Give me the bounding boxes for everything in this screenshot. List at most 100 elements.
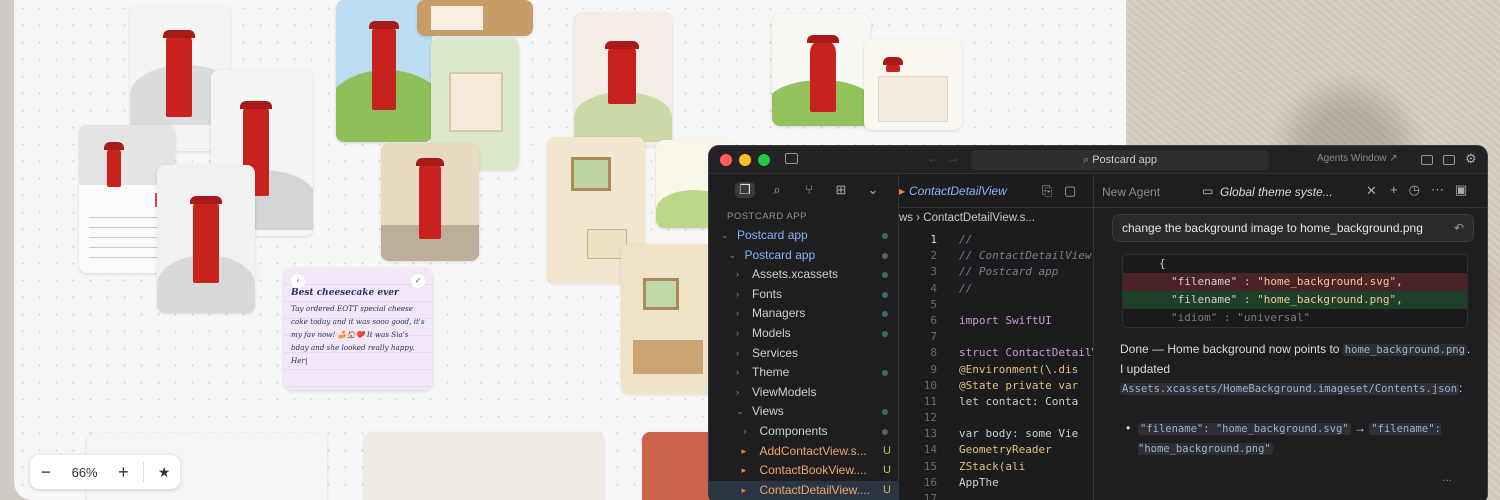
code-line[interactable]: 5 — [899, 297, 1093, 313]
extensions-icon[interactable]: ⊞ — [831, 182, 851, 198]
chevron-down-icon[interactable]: ⌄ — [863, 182, 883, 198]
file-tree-item[interactable]: ▸ AddContactView.s... U — [709, 442, 899, 462]
user-prompt-message[interactable]: change the background image to home_back… — [1112, 214, 1474, 242]
more-options-icon[interactable]: ⋯ — [1431, 182, 1444, 198]
file-tree-item[interactable]: ⌄ Postcard app — [709, 246, 899, 266]
diff-view[interactable]: { "filename" : "home_background.svg", "f… — [1122, 254, 1468, 328]
postcard-image-cozy-room[interactable] — [621, 244, 717, 394]
sidebar-toggle-icon[interactable] — [785, 153, 798, 164]
chevron-right-icon[interactable]: › — [736, 324, 739, 344]
file-tree-item[interactable]: ⌄ Views — [709, 402, 899, 422]
code-line[interactable]: 3 // Postcard app — [899, 264, 1093, 280]
code-line[interactable]: 16 AppThe — [899, 475, 1093, 491]
tool-icon-1[interactable]: ⎘ — [1042, 183, 1052, 199]
swift-file-icon: ▸ — [899, 184, 906, 198]
new-chat-icon[interactable]: + — [1390, 182, 1398, 198]
file-tree-item[interactable]: › Models — [709, 324, 899, 344]
command-search[interactable]: ⌕ Postcard app — [971, 150, 1269, 170]
zoom-level[interactable]: 66% — [62, 465, 108, 480]
response-path-link[interactable]: Assets.xcassets/HomeBackground.imageset/… — [1120, 383, 1460, 395]
split-layout-icon[interactable] — [1443, 155, 1455, 165]
note-title[interactable]: Best cheesecake ever — [291, 288, 425, 298]
code-line[interactable]: 9 @Environment(\.dis — [899, 362, 1093, 378]
close-tab-icon[interactable]: ✕ — [1366, 183, 1377, 199]
chevron-down-icon[interactable]: ⌄ — [721, 226, 729, 246]
panel-toggle-icon[interactable]: ▣ — [1455, 182, 1467, 198]
code-lines[interactable]: 1 // 2 // ContactDetailView 3 // Postcard app… — [899, 232, 1105, 500]
postcard-image-blank-bottom[interactable] — [364, 432, 604, 500]
code-line[interactable]: 15 ZStack(ali — [899, 459, 1093, 475]
file-tree-item[interactable]: › Services — [709, 344, 899, 364]
note-back-button[interactable]: ‹ — [291, 274, 305, 288]
note-card[interactable]: ‹ ✓ Best cheesecake ever Tay ordered EOT… — [284, 268, 432, 390]
chevron-right-icon[interactable]: › — [736, 344, 739, 364]
tab-new-agent[interactable]: New Agent — [1102, 185, 1160, 199]
back-arrow-icon[interactable]: ← — [927, 151, 939, 165]
chevron-right-icon[interactable]: › — [744, 422, 747, 442]
code-line[interactable]: 14 GeometryReader — [899, 442, 1093, 458]
history-icon[interactable]: ◷ — [1409, 182, 1420, 198]
code-line[interactable]: 2 // ContactDetailView — [899, 248, 1093, 264]
postcard-image-street-color[interactable] — [381, 143, 479, 261]
chevron-right-icon[interactable]: › — [736, 285, 739, 305]
swift-file-icon: ▸ — [741, 465, 747, 476]
zoom-in-button[interactable]: + — [107, 462, 139, 483]
chevron-down-icon[interactable]: ⌄ — [736, 402, 744, 422]
postcard-image-round-mailbox[interactable] — [772, 14, 870, 126]
title-bar: ← → ⌕ Postcard app Agents Window ↗ ⚙ — [709, 146, 1487, 174]
chevron-right-icon[interactable]: › — [736, 265, 739, 285]
code-line[interactable]: 4 // — [899, 281, 1093, 297]
settings-gear-icon[interactable]: ⚙ — [1465, 151, 1477, 167]
tab-global-theme[interactable]: Global theme syste... — [1220, 185, 1333, 199]
panel-layout-icon[interactable] — [1421, 155, 1433, 165]
editor-tab-contact-detail[interactable]: ContactDetailView — [909, 184, 1007, 198]
file-tree-item[interactable]: › Components — [709, 422, 899, 442]
forward-arrow-icon[interactable]: → — [947, 151, 959, 165]
prompt-text: change the background image to home_back… — [1122, 221, 1423, 235]
files-icon[interactable]: ❐ — [735, 182, 755, 198]
agents-window-link[interactable]: Agents Window ↗ — [1317, 153, 1398, 164]
code-line[interactable]: 10 @State private var — [899, 378, 1093, 394]
postcard-image-stamp-card[interactable] — [417, 0, 533, 36]
file-tree-item[interactable]: › ViewModels — [709, 383, 899, 403]
undo-icon[interactable]: ↶ — [1454, 215, 1464, 241]
chevron-down-icon[interactable]: ⌄ — [729, 246, 737, 266]
file-tree-item[interactable]: › Theme — [709, 363, 899, 383]
breadcrumb[interactable]: ws › ContactDetailView.s... — [899, 212, 1035, 224]
minimize-window-button[interactable] — [739, 154, 751, 166]
code-line[interactable]: 1 // — [899, 232, 1093, 248]
file-tree-item[interactable]: ⌄ Postcard app — [709, 226, 899, 246]
code-text: AppThe — [959, 475, 999, 489]
project-section-header[interactable]: POSTCARD APP — [727, 211, 807, 222]
note-confirm-button[interactable]: ✓ — [411, 274, 425, 288]
code-line[interactable]: 8 struct ContactDetailVi — [899, 345, 1104, 361]
file-tree-item[interactable]: › Assets.xcassets — [709, 265, 899, 285]
postcard-image-street-mailbox[interactable] — [157, 165, 255, 313]
postcard-image-post-box-flowers[interactable] — [574, 12, 672, 146]
file-tree-item[interactable]: › Managers — [709, 304, 899, 324]
more-actions-icon[interactable]: ... — [1442, 470, 1452, 484]
code-line[interactable]: 6 import SwiftUI — [899, 313, 1093, 329]
code-line[interactable]: 7 — [899, 329, 1093, 345]
close-window-button[interactable] — [720, 154, 732, 166]
response-done-text: Done — Home background now points to — [1120, 342, 1343, 356]
zoom-out-button[interactable]: − — [30, 462, 62, 483]
bullet-dot: • — [1126, 421, 1131, 435]
tool-icon-2[interactable]: ▢ — [1064, 183, 1076, 199]
chevron-right-icon[interactable]: › — [736, 304, 739, 324]
code-line[interactable]: 11 let contact: Conta — [899, 394, 1093, 410]
file-tree-item[interactable]: ▸ ContactBookView.... U — [709, 461, 899, 481]
branch-icon[interactable]: ⑂ — [799, 182, 819, 198]
code-line[interactable]: 17 — [899, 491, 1093, 500]
file-tree-item[interactable]: ▸ ContactDetailView.... U — [709, 480, 899, 500]
chevron-right-icon[interactable]: › — [736, 363, 739, 383]
code-line[interactable]: 12 — [899, 410, 1093, 426]
postcard-image-envelope[interactable] — [864, 40, 962, 130]
code-line[interactable]: 13 var body: some Vie — [899, 426, 1093, 442]
chevron-right-icon[interactable]: › — [736, 383, 739, 403]
fit-view-icon[interactable]: ★ — [148, 464, 180, 481]
maximize-window-button[interactable] — [758, 154, 770, 166]
search-icon[interactable]: ⌕ — [767, 182, 787, 198]
file-tree-item[interactable]: › Fonts — [709, 285, 899, 305]
note-body[interactable]: Tay ordered EOTT special cheese cake tod… — [291, 302, 425, 367]
